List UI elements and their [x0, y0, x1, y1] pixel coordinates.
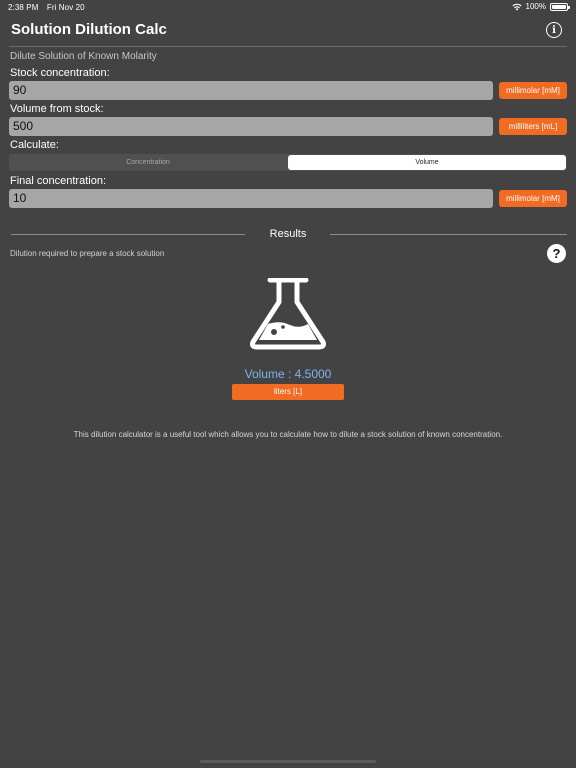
- status-time: 2:38 PM: [8, 3, 39, 12]
- final-concentration-label: Final concentration:: [10, 175, 106, 187]
- stock-concentration-input[interactable]: [9, 81, 493, 100]
- result-value: Volume : 4.5000: [244, 367, 332, 381]
- calculate-label: Calculate:: [10, 139, 59, 151]
- final-concentration-unit-button[interactable]: millimolar [mM]: [499, 190, 567, 207]
- segment-concentration[interactable]: Concentration: [9, 154, 287, 171]
- segment-volume[interactable]: Volume: [288, 155, 566, 170]
- status-bar-right: 100%: [511, 2, 570, 11]
- info-icon[interactable]: i: [546, 22, 562, 38]
- battery-icon: [550, 2, 570, 11]
- app-title: Solution Dilution Calc: [11, 21, 167, 38]
- results-description: Dilution required to prepare a stock sol…: [10, 249, 165, 258]
- result-unit-button[interactable]: liters [L]: [232, 384, 344, 400]
- status-bar-left: 2:38 PM Fri Nov 20: [8, 3, 91, 12]
- question-icon[interactable]: ?: [547, 244, 566, 263]
- stock-concentration-label: Stock concentration:: [10, 67, 110, 79]
- footer-description: This dilution calculator is a useful too…: [73, 430, 503, 439]
- home-indicator: [200, 760, 376, 763]
- volume-from-stock-unit-button[interactable]: milliliters [mL]: [499, 118, 567, 135]
- stock-concentration-unit-button[interactable]: millimolar [mM]: [499, 82, 567, 99]
- flask-icon: [250, 278, 326, 350]
- wifi-icon: [511, 3, 522, 10]
- calculate-segmented-control: Concentration Volume: [9, 154, 567, 171]
- volume-from-stock-label: Volume from stock:: [10, 103, 104, 115]
- final-concentration-input[interactable]: [9, 189, 493, 208]
- status-date: Fri Nov 20: [46, 3, 85, 12]
- page-subtitle: Dilute Solution of Known Molarity: [10, 51, 157, 62]
- battery-percent: 100%: [525, 2, 546, 11]
- results-divider-right: [330, 234, 567, 235]
- volume-from-stock-input[interactable]: [9, 117, 493, 136]
- header-divider: [9, 46, 567, 47]
